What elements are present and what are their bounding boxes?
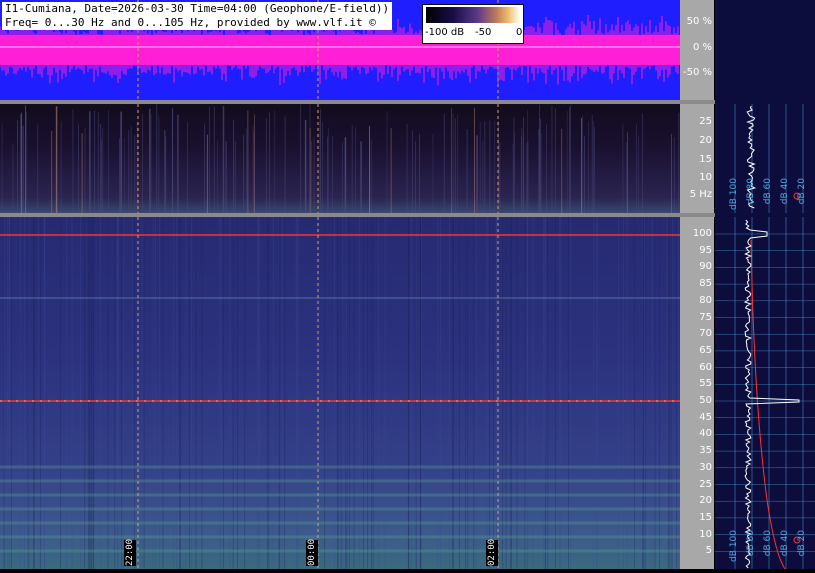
spectrum-profile-panel: dB 100 dB 80 dB 60 dB 40 dB 20 dB 100 dB… [715,0,815,570]
profile-label: dB 80 [746,530,756,557]
axis-tick: 100 [692,228,712,239]
axis-tick: 35 [699,445,712,457]
axis-tick: 5 Hz [689,189,712,200]
axis-tick: 95 [699,244,712,256]
profile-label: dB 100 [729,530,739,562]
axis-tick: 45 [699,411,712,423]
main-spectrogram: 22:00 00:00 02:00 [0,217,680,569]
axis-tick: 10 [699,528,712,540]
colorbar-legend: -100 dB -50 0 [422,4,524,44]
main-freq-axis: 100 95 90 85 80 75 70 65 60 55 50 45 40 35 30 25 20 15 10 5 [680,217,714,569]
axis-tick: 50 % [686,16,712,27]
axis-tick: 20 [699,495,712,507]
axis-tick: 75 [699,311,712,323]
time-label: 22:00 [124,538,136,566]
main-spectrogram-lines [0,217,680,569]
colorbar-max: 0 [516,27,523,38]
profile-label: dB 60 [763,530,773,557]
low-freq-axis: 25 20 15 10 5 Hz [680,104,714,214]
time-label: 00:00 [306,538,318,566]
profile-label: dB 40 [780,178,790,205]
axis-tick: 85 [699,278,712,290]
spectrum-profile [715,104,815,570]
colorbar-min: -100 dB [425,27,465,38]
time-label: 02:00 [486,538,498,566]
colorbar-gradient [426,7,520,23]
axis-tick: 0 % [692,42,712,53]
header-line-1: I1-Cumiana, Date=2026-03-30 Time=04:00 (… [5,2,390,15]
profile-label: dB 80 [746,178,756,205]
profile-label: dB 20 [797,178,807,205]
profile-label: dB 20 [797,530,807,557]
colorbar-mid: -50 [475,27,492,38]
axis-tick: 65 [699,344,712,356]
axis-tick: 80 [699,294,712,306]
axis-tick: 15 [699,154,712,165]
axis-tick: 40 [699,428,712,440]
axis-tick: 55 [699,378,712,390]
profile-label: dB 100 [729,178,739,210]
station-header: I1-Cumiana, Date=2026-03-30 Time=04:00 (… [2,2,393,30]
axis-tick: 25 [699,116,712,127]
header-line-2: Freq= 0...30 Hz and 0...105 Hz, provided… [5,16,376,29]
axis-tick: 50 [699,395,712,406]
axis-tick: 25 [699,478,712,490]
profile-label: dB 40 [780,530,790,557]
axis-tick: 90 [699,261,712,273]
axis-tick: 10 [699,172,712,183]
axis-tick: 15 [699,511,712,523]
axis-tick: 5 [705,545,712,557]
axis-tick: 60 [699,361,712,373]
axis-tick: 70 [699,328,712,340]
low-freq-spectrogram [0,104,680,214]
axis-tick: 30 [699,461,712,473]
axis-tick: 20 [699,135,712,146]
waveform-axis: 50 % 0 % -50 % [680,0,714,100]
profile-label: dB 60 [763,178,773,205]
low-freq-streaks [1,104,680,214]
axis-tick: -50 % [682,67,712,78]
